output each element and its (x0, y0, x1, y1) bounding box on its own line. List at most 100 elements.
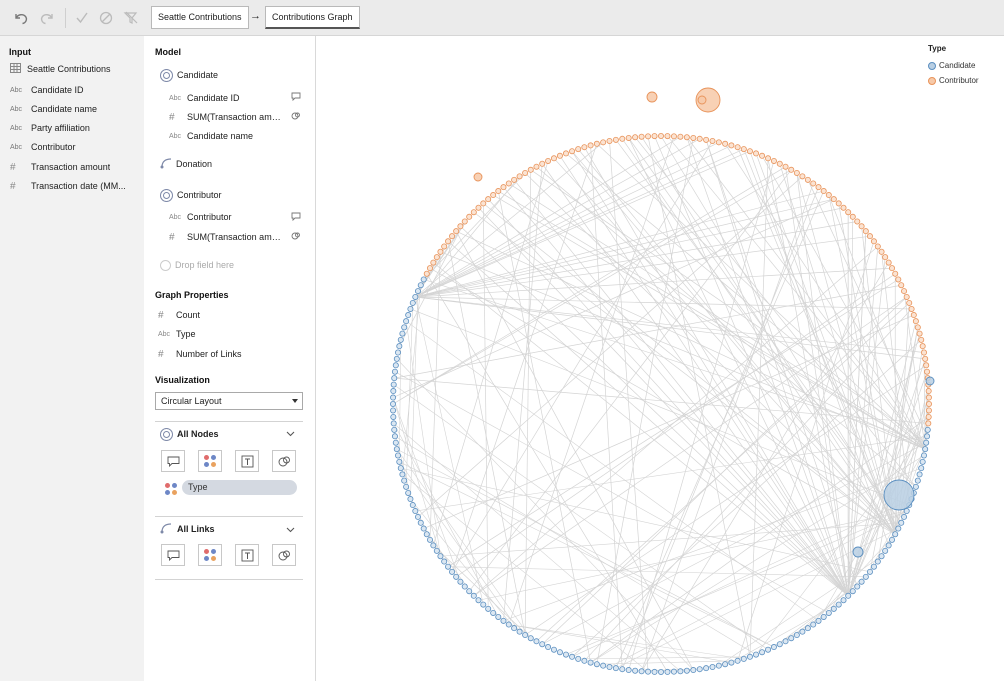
candidate-node (550, 646, 557, 653)
candidate-node (391, 375, 398, 382)
candidate-node (401, 324, 408, 331)
contributor-node (858, 223, 865, 230)
contributor-node (581, 144, 588, 151)
input-field-transaction-amount[interactable]: # Transaction amount (0, 158, 144, 176)
breadcrumb-graph[interactable]: Contributions Graph (265, 6, 360, 29)
candidate-node (788, 635, 795, 642)
contributor-node (470, 209, 477, 216)
legend-item-contributor[interactable]: Contributor (928, 73, 979, 88)
candidate-node (918, 465, 925, 472)
model-field-sum-transaction-contrib[interactable]: # SUM(Transaction amo... (169, 229, 304, 245)
candidate-node (396, 343, 403, 350)
link-color-button[interactable] (198, 544, 222, 566)
size-icon[interactable] (291, 231, 301, 243)
contributor-node (926, 400, 933, 407)
contributor-node (923, 362, 930, 369)
check-icon[interactable] (72, 8, 92, 28)
model-node-candidate[interactable]: Candidate (160, 67, 218, 83)
all-links-label: All Links (177, 524, 215, 534)
candidate-node (715, 662, 722, 669)
color-field-pill[interactable]: Type (182, 480, 297, 495)
tooltip-button[interactable] (161, 450, 185, 472)
cancel-icon[interactable] (96, 8, 116, 28)
breadcrumb-arrow: → (250, 10, 261, 22)
toolbar: Seattle Contributions → Contributions Gr… (0, 0, 1004, 36)
color-button[interactable] (198, 450, 222, 472)
model-field-sum-transaction[interactable]: # SUM(Transaction amo... (169, 109, 304, 125)
candidate-node (437, 553, 444, 560)
link-label-button[interactable] (235, 544, 259, 566)
all-nodes-header[interactable]: All Nodes (160, 426, 219, 442)
input-field-label: Party affiliation (31, 123, 90, 133)
chevron-down-icon[interactable] (286, 429, 295, 439)
candidate-node (696, 666, 703, 673)
candidate-node (405, 312, 412, 319)
contributor-node (925, 407, 932, 414)
contributor-node (715, 139, 722, 146)
model-link-donation[interactable]: Donation (160, 156, 212, 172)
candidate-node (799, 628, 806, 635)
input-field-transaction-date[interactable]: # Transaction date (MM... (0, 177, 144, 195)
tooltip-icon[interactable] (291, 92, 301, 103)
clear-filter-icon[interactable] (121, 8, 141, 28)
graph-property-number-of-links[interactable]: # Number of Links (158, 346, 242, 362)
contributor-node (740, 146, 747, 153)
graph-property-count[interactable]: # Count (158, 307, 200, 323)
contributor-node (612, 136, 619, 143)
candidate-node (495, 613, 502, 620)
candidate-node (420, 525, 427, 532)
contributor-node (696, 135, 703, 142)
all-links-header[interactable]: All Links (160, 521, 215, 537)
tooltip-icon[interactable] (291, 212, 301, 223)
graph-property-type[interactable]: Abc Type (158, 326, 196, 342)
input-field-party-affiliation[interactable]: Abc Party affiliation (0, 119, 144, 137)
contributor-node (703, 136, 710, 143)
contributor-node (690, 134, 697, 141)
contributor-node (788, 166, 795, 173)
string-type-icon: Abc (169, 94, 182, 102)
graph-canvas[interactable]: Type Candidate Contributor (316, 36, 1004, 681)
size-icon (278, 456, 290, 466)
contributor-node (776, 160, 783, 167)
input-field-contributor[interactable]: Abc Contributor (0, 138, 144, 156)
layout-select[interactable]: Circular Layout (155, 392, 303, 410)
contributor-node (925, 420, 932, 427)
contributor-node-large (697, 95, 707, 105)
circular-graph[interactable] (316, 36, 1004, 681)
model-node-contributor[interactable]: Contributor (160, 187, 222, 203)
size-button[interactable] (272, 450, 296, 472)
contributor-node (587, 142, 594, 149)
candidate-node (889, 536, 896, 543)
label-button[interactable] (235, 450, 259, 472)
model-field-candidate-name[interactable]: Abc Candidate name (169, 128, 253, 144)
input-source[interactable]: Seattle Contributions (0, 60, 144, 78)
contributor-node (866, 233, 873, 240)
candidate-node (923, 439, 930, 446)
chevron-down-icon[interactable] (286, 525, 295, 535)
model-field-contributor[interactable]: Abc Contributor (169, 209, 232, 225)
candidate-node (895, 525, 902, 532)
candidate-node (390, 400, 397, 407)
link-size-button[interactable] (272, 544, 296, 566)
contributor-node (569, 148, 576, 155)
redo-icon[interactable] (37, 8, 57, 28)
graph-edge (498, 190, 926, 450)
input-field-candidate-name[interactable]: Abc Candidate name (0, 100, 144, 118)
input-field-candidate-id[interactable]: Abc Candidate ID (0, 81, 144, 99)
link-tooltip-button[interactable] (161, 544, 185, 566)
model-field-candidate-id[interactable]: Abc Candidate ID (169, 90, 304, 106)
graph-edge (615, 190, 825, 669)
candidate-node (430, 542, 437, 549)
graph-edge (426, 273, 668, 673)
legend-item-candidate[interactable]: Candidate (928, 58, 979, 73)
breadcrumb-source[interactable]: Seattle Contributions (151, 6, 249, 29)
input-field-label: Candidate ID (31, 85, 84, 95)
drop-field-zone[interactable]: Drop field here (160, 257, 234, 273)
node-icon (160, 427, 173, 441)
chevron-down-icon (292, 399, 298, 403)
candidate-node (728, 659, 735, 666)
candidate-node (709, 664, 716, 671)
undo-icon[interactable] (11, 8, 31, 28)
contributor-node (910, 312, 917, 319)
size-icon[interactable] (291, 111, 301, 123)
